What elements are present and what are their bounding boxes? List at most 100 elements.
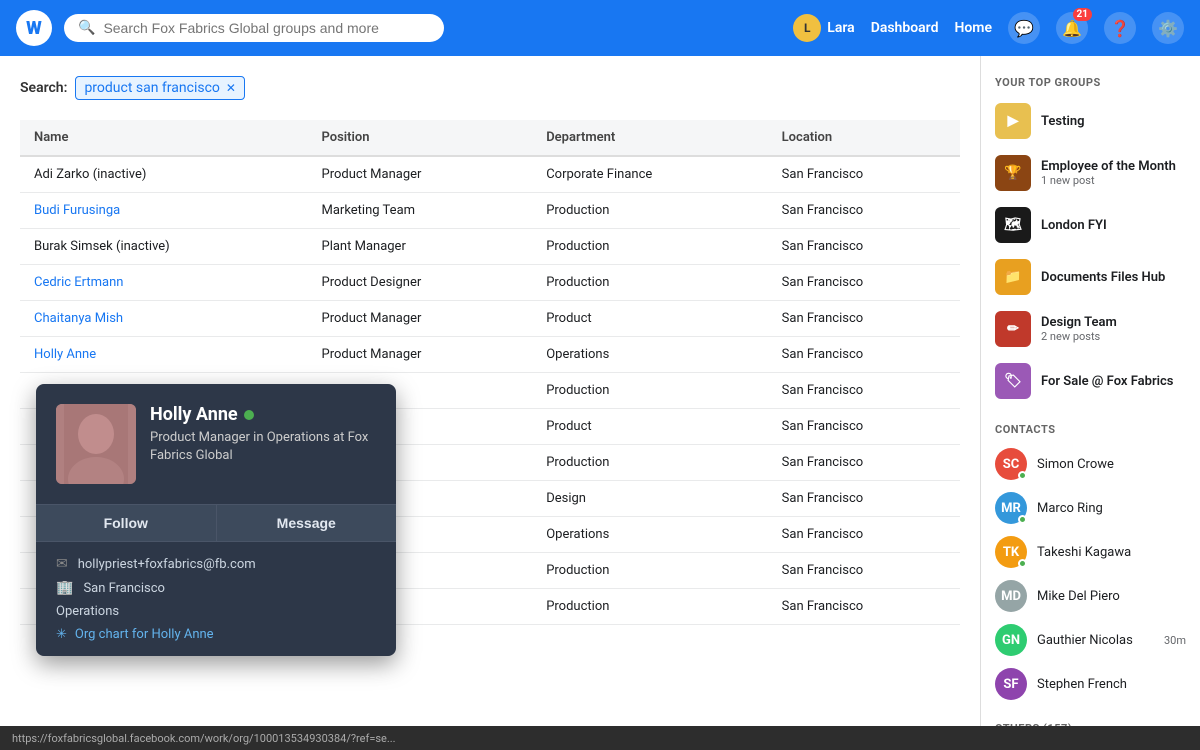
popup-header: Holly Anne Product Manager in Operations…	[36, 384, 396, 504]
groups-section-title: YOUR TOP GROUPS	[981, 68, 1200, 95]
popup-department-row: Operations	[56, 604, 376, 619]
cell-department: Production	[532, 445, 767, 481]
cell-department: Production	[532, 229, 767, 265]
contacts-list: SCSimon CroweMRMarco RingTKTakeshi Kagaw…	[981, 442, 1200, 706]
group-info: Testing	[1041, 114, 1186, 129]
contact-item-0[interactable]: SCSimon Crowe	[981, 442, 1200, 486]
group-item-0[interactable]: ▶Testing	[981, 95, 1200, 147]
online-indicator	[1018, 559, 1027, 568]
group-avatar: 🗺	[995, 207, 1031, 243]
person-name-link[interactable]: Chaitanya Mish	[34, 311, 123, 326]
help-button[interactable]: ❓	[1104, 12, 1136, 44]
global-search-box[interactable]: 🔍	[64, 14, 444, 42]
person-name: Adi Zarko (inactive)	[20, 156, 308, 193]
cell-location: San Francisco	[768, 553, 960, 589]
group-item-4[interactable]: ✏Design Team2 new posts	[981, 303, 1200, 355]
group-name: London FYI	[1041, 218, 1186, 233]
contacts-section: CONTACTS SCSimon CroweMRMarco RingTKTake…	[981, 415, 1200, 706]
nav-user[interactable]: L Lara	[793, 14, 854, 42]
notifications-button[interactable]: 🔔 21	[1056, 12, 1088, 44]
contact-item-4[interactable]: GNGauthier Nicolas30m	[981, 618, 1200, 662]
cell-department: Production	[532, 589, 767, 625]
table-row: Burak Simsek (inactive)Plant ManagerProd…	[20, 229, 960, 265]
group-name: Employee of the Month	[1041, 159, 1186, 174]
cell-department: Product	[532, 409, 767, 445]
nav-home[interactable]: Home	[954, 20, 992, 36]
global-search-input[interactable]	[103, 20, 430, 36]
status-bar: https://foxfabricsglobal.facebook.com/wo…	[0, 726, 1200, 750]
main-layout: Search: product san francisco ✕ Name Pos…	[0, 56, 1200, 750]
remove-search-tag-button[interactable]: ✕	[226, 81, 236, 95]
group-sub: 2 new posts	[1041, 330, 1186, 343]
group-item-1[interactable]: 🏆Employee of the Month1 new post	[981, 147, 1200, 199]
top-navigation: W 🔍 L Lara Dashboard Home 💬 🔔 21 ❓ ⚙️	[0, 0, 1200, 56]
group-name: For Sale @ Fox Fabrics	[1041, 374, 1186, 389]
chat-icon-button[interactable]: 💬	[1008, 12, 1040, 44]
cell-location: San Francisco	[768, 193, 960, 229]
cell-department: Product	[532, 301, 767, 337]
cell-department: Corporate Finance	[532, 156, 767, 193]
col-department: Department	[532, 120, 767, 156]
group-avatar: 🏷	[995, 363, 1031, 399]
popup-location-row: 🏢 San Francisco	[56, 580, 376, 596]
contact-item-2[interactable]: TKTakeshi Kagawa	[981, 530, 1200, 574]
contact-avatar: SC	[995, 448, 1027, 480]
group-item-2[interactable]: 🗺 London FYI	[981, 199, 1200, 251]
cell-location: San Francisco	[768, 589, 960, 625]
group-item-3[interactable]: 📁Documents Files Hub	[981, 251, 1200, 303]
contact-avatar: GN	[995, 624, 1027, 656]
search-icon: 🔍	[78, 20, 95, 36]
col-position: Position	[308, 120, 533, 156]
contact-item-3[interactable]: MDMike Del Piero	[981, 574, 1200, 618]
nav-dashboard[interactable]: Dashboard	[871, 20, 939, 36]
follow-button[interactable]: Follow	[36, 505, 217, 541]
cell-location: San Francisco	[768, 445, 960, 481]
group-item-5[interactable]: 🏷 For Sale @ Fox Fabrics	[981, 355, 1200, 407]
org-chart-link[interactable]: ✳ Org chart for Holly Anne	[56, 627, 376, 642]
group-info: For Sale @ Fox Fabrics	[1041, 374, 1186, 389]
contacts-section-title: CONTACTS	[981, 415, 1200, 442]
table-row: Holly AnneProduct ManagerOperationsSan F…	[20, 337, 960, 373]
contact-item-5[interactable]: SFStephen French	[981, 662, 1200, 706]
cell-position: Product Manager	[308, 156, 533, 193]
cell-department: Production	[532, 265, 767, 301]
email-icon: ✉	[56, 556, 68, 572]
cell-location: San Francisco	[768, 481, 960, 517]
cell-position: Marketing Team	[308, 193, 533, 229]
group-name: Documents Files Hub	[1041, 270, 1186, 285]
nav-right-section: L Lara Dashboard Home 💬 🔔 21 ❓ ⚙️	[793, 12, 1184, 44]
notification-badge: 21	[1073, 8, 1092, 21]
popup-avatar	[56, 404, 136, 484]
person-name-link[interactable]: Holly Anne	[34, 347, 96, 362]
cell-department: Design	[532, 481, 767, 517]
group-avatar: ✏	[995, 311, 1031, 347]
table-row: Adi Zarko (inactive)Product ManagerCorpo…	[20, 156, 960, 193]
popup-email: hollypriest+foxfabrics@fb.com	[78, 557, 256, 572]
person-name-link[interactable]: Budi Furusinga	[34, 203, 120, 218]
contact-item-1[interactable]: MRMarco Ring	[981, 486, 1200, 530]
col-name: Name	[20, 120, 308, 156]
person-name-link[interactable]: Cedric Ertmann	[34, 275, 123, 290]
groups-list: ▶Testing🏆Employee of the Month1 new post…	[981, 95, 1200, 407]
table-header-row: Name Position Department Location	[20, 120, 960, 156]
popup-details: ✉ hollypriest+foxfabrics@fb.com 🏢 San Fr…	[36, 542, 396, 656]
popup-title: Product Manager in Operations at Fox Fab…	[150, 429, 376, 465]
cell-location: San Francisco	[768, 301, 960, 337]
cell-department: Production	[532, 553, 767, 589]
settings-button[interactable]: ⚙️	[1152, 12, 1184, 44]
search-tag: product san francisco ✕	[75, 76, 245, 100]
app-logo[interactable]: W	[16, 10, 52, 46]
group-info: Documents Files Hub	[1041, 270, 1186, 285]
online-indicator	[1018, 515, 1027, 524]
avatar: L	[793, 14, 821, 42]
contact-name: Marco Ring	[1037, 501, 1186, 516]
status-url: https://foxfabricsglobal.facebook.com/wo…	[12, 732, 396, 745]
contact-avatar: SF	[995, 668, 1027, 700]
cell-position: Product Manager	[308, 337, 533, 373]
popup-info: Holly Anne Product Manager in Operations…	[150, 404, 376, 465]
table-row: Budi FurusingaMarketing TeamProductionSa…	[20, 193, 960, 229]
message-button[interactable]: Message	[217, 505, 397, 541]
group-name: Testing	[1041, 114, 1186, 129]
table-row: Chaitanya MishProduct ManagerProductSan …	[20, 301, 960, 337]
cell-location: San Francisco	[768, 265, 960, 301]
